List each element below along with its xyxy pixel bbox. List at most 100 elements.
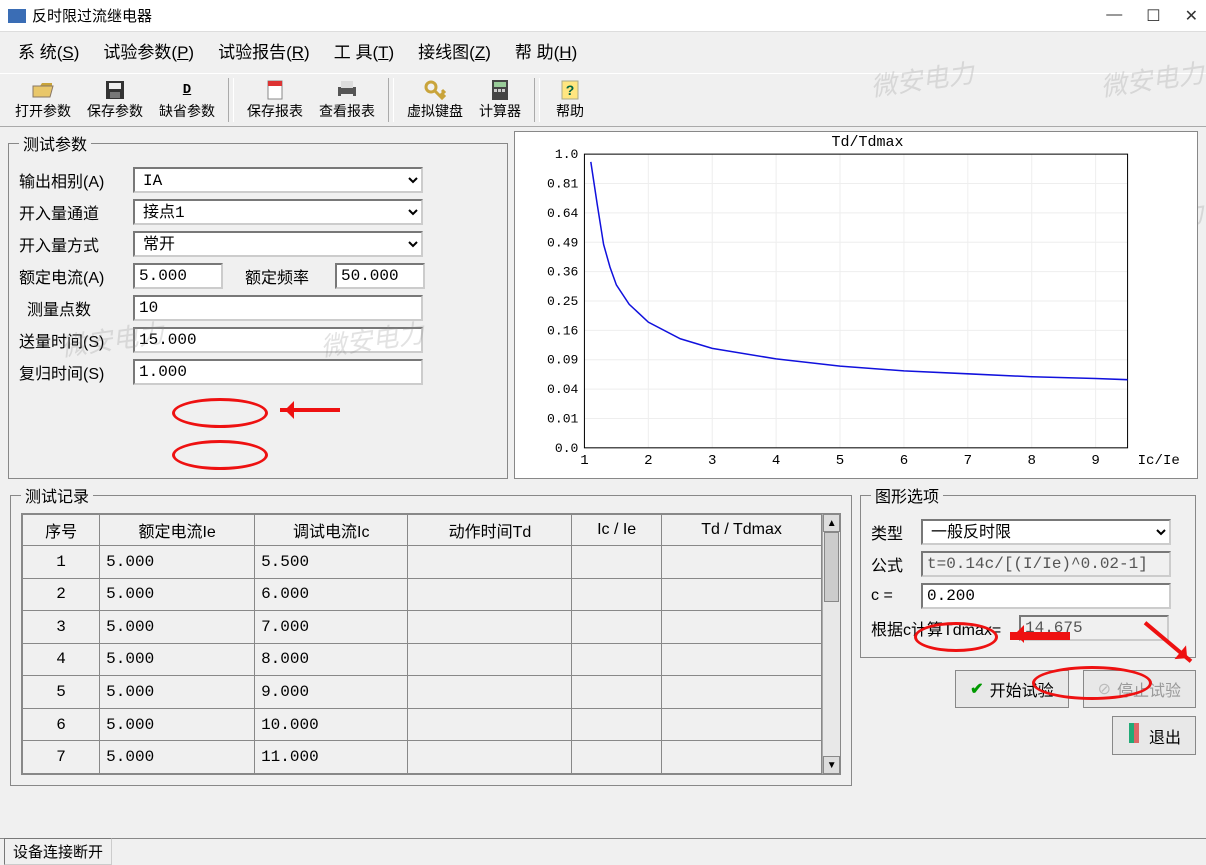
svg-text:8: 8 (1027, 453, 1035, 469)
cell (408, 676, 572, 709)
cell (661, 546, 822, 579)
cell: 6 (23, 708, 100, 741)
formula-display (921, 551, 1171, 577)
svg-text:2: 2 (644, 453, 652, 469)
menu-report[interactable]: 试验报告(R) (218, 38, 310, 63)
default-params-button[interactable]: D缺省参数 (152, 76, 222, 124)
key-icon (424, 79, 446, 101)
cell: 5 (23, 676, 100, 709)
maximize-button[interactable]: ☐ (1146, 6, 1160, 26)
svg-text:4: 4 (772, 453, 780, 469)
menu-help[interactable]: 帮 助(H) (515, 38, 577, 63)
cell: 5.000 (100, 708, 255, 741)
cell (408, 643, 572, 676)
scroll-thumb[interactable] (824, 532, 839, 602)
chart-svg: 0.00.010.040.090.160.250.360.490.640.811… (515, 132, 1197, 478)
table-row[interactable]: 55.0009.000 (23, 676, 822, 709)
cell (661, 643, 822, 676)
help-button[interactable]: ?帮助 (546, 76, 594, 124)
di-channel-select[interactable]: 接点1 (133, 199, 423, 225)
folder-open-icon (32, 79, 54, 101)
cell (661, 741, 822, 774)
calculator-icon (491, 79, 509, 101)
chart-area: Td/Tdmax 0.00.010.040.090.160.250.360.49… (514, 131, 1198, 479)
tdmax-label: 根据c计算Tdmax= (871, 616, 1015, 640)
menu-tools[interactable]: 工 具(T) (334, 38, 394, 63)
curve-type-select[interactable]: 一般反时限 (921, 519, 1171, 545)
exit-button[interactable]: 退出 (1112, 716, 1196, 755)
test-records-legend: 测试记录 (21, 483, 93, 507)
cell: 11.000 (255, 741, 408, 774)
cell (661, 708, 822, 741)
send-time-input[interactable] (133, 327, 423, 353)
status-bar: 设备连接断开 (0, 838, 1206, 864)
cell (661, 676, 822, 709)
output-phase-select[interactable]: IA (133, 167, 423, 193)
cell: 8.000 (255, 643, 408, 676)
scroll-up-icon[interactable]: ▲ (823, 514, 840, 532)
start-test-button[interactable]: ✔ 开始试验 (955, 670, 1068, 708)
table-row[interactable]: 45.0008.000 (23, 643, 822, 676)
cell: 5.500 (255, 546, 408, 579)
stop-test-button[interactable]: ⊘ 停止试验 (1083, 670, 1196, 708)
svg-text:9: 9 (1091, 453, 1099, 469)
table-scrollbar[interactable]: ▲ ▼ (822, 514, 840, 774)
table-row[interactable]: 75.00011.000 (23, 741, 822, 774)
cell: 4 (23, 643, 100, 676)
svg-text:Ic/Ie: Ic/Ie (1138, 453, 1180, 469)
save-params-button[interactable]: 保存参数 (80, 76, 150, 124)
tdmax-display (1019, 615, 1169, 641)
cell: 5.000 (100, 611, 255, 644)
cell (572, 546, 661, 579)
table-row[interactable]: 15.0005.500 (23, 546, 822, 579)
menu-params[interactable]: 试验参数(P) (103, 38, 194, 63)
graph-options-legend: 图形选项 (871, 483, 943, 507)
cell (572, 611, 661, 644)
printer-icon (336, 79, 358, 101)
cell (572, 578, 661, 611)
view-report-button[interactable]: 查看报表 (312, 76, 382, 124)
svg-text:0.04: 0.04 (547, 382, 579, 397)
output-phase-label: 输出相别(A) (19, 168, 129, 192)
save-report-button[interactable]: 保存报表 (240, 76, 310, 124)
table-row[interactable]: 65.00010.000 (23, 708, 822, 741)
svg-text:0.01: 0.01 (547, 411, 579, 426)
cell: 7 (23, 741, 100, 774)
table-row[interactable]: 35.0007.000 (23, 611, 822, 644)
svg-text:?: ? (566, 82, 575, 98)
rated-current-input[interactable] (133, 263, 223, 289)
c-label: c = (871, 587, 917, 605)
col-header: 序号 (23, 515, 100, 546)
svg-text:0.0: 0.0 (555, 441, 579, 456)
send-time-label: 送量时间(S) (19, 328, 129, 352)
virtual-keyboard-button[interactable]: 虚拟键盘 (400, 76, 470, 124)
records-table: 序号额定电流Ie调试电流Ic动作时间TdIc / IeTd / Tdmax 15… (22, 514, 822, 774)
rated-freq-input[interactable] (335, 263, 425, 289)
menu-wiring[interactable]: 接线图(Z) (418, 38, 491, 63)
svg-text:1.0: 1.0 (555, 147, 579, 162)
test-records-panel: 测试记录 序号额定电流Ie调试电流Ic动作时间TdIc / IeTd / Tdm… (10, 483, 852, 786)
cell (572, 708, 661, 741)
col-header: Td / Tdmax (661, 515, 822, 546)
cell: 10.000 (255, 708, 408, 741)
floppy-icon (105, 79, 125, 101)
help-icon: ? (560, 79, 580, 101)
points-input[interactable] (133, 295, 423, 321)
di-mode-select[interactable]: 常开 (133, 231, 423, 257)
c-input[interactable] (921, 583, 1171, 609)
close-button[interactable]: ✕ (1185, 6, 1198, 26)
minimize-button[interactable]: — (1106, 6, 1122, 26)
type-label: 类型 (871, 520, 917, 544)
door-icon (1127, 723, 1143, 748)
table-row[interactable]: 25.0006.000 (23, 578, 822, 611)
reset-time-input[interactable] (133, 359, 423, 385)
menu-system[interactable]: 系 统(S) (18, 38, 79, 63)
svg-text:6: 6 (900, 453, 908, 469)
test-params-panel: 测试参数 输出相别(A) IA 开入量通道 接点1 开入量方式 常开 额定电流(… (8, 131, 508, 479)
cell (408, 708, 572, 741)
di-mode-label: 开入量方式 (19, 232, 129, 256)
cell: 5.000 (100, 578, 255, 611)
open-params-button[interactable]: 打开参数 (8, 76, 78, 124)
calculator-button[interactable]: 计算器 (472, 76, 528, 124)
scroll-down-icon[interactable]: ▼ (823, 756, 840, 774)
